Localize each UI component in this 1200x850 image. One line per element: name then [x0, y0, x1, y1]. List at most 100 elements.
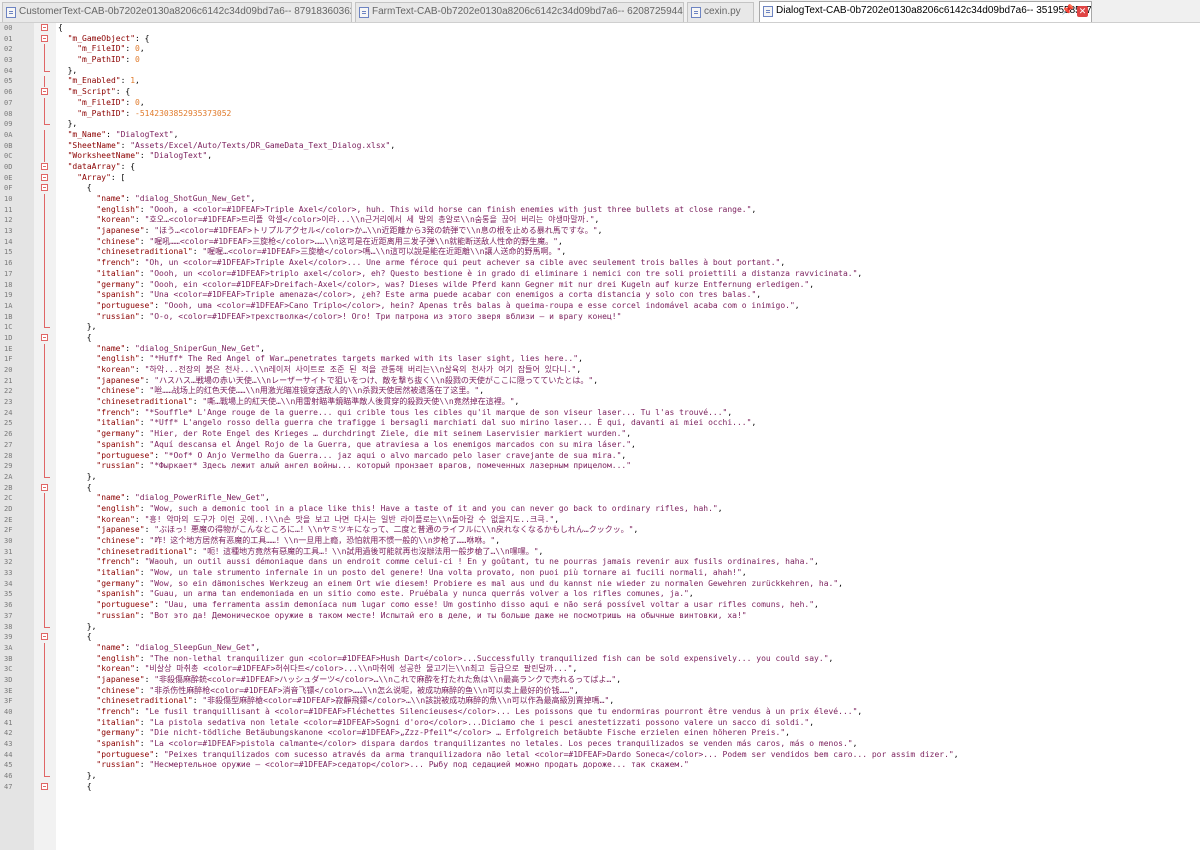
fold-line: [44, 589, 45, 601]
json-punct: },: [86, 621, 97, 631]
json-punct: :: [106, 129, 116, 139]
fold-line: [44, 215, 45, 227]
fold-line: [44, 279, 45, 291]
line-number: 00: [4, 24, 13, 32]
json-key: "spanish": [96, 290, 140, 300]
json-punct: :: [139, 279, 150, 289]
fold-line: [44, 525, 45, 536]
json-key: "chinese": [96, 386, 140, 396]
fold-line: [44, 365, 45, 376]
code-text: {: [87, 632, 92, 643]
fold-toggle-icon[interactable]: [41, 483, 48, 491]
json-punct: ,: [609, 696, 615, 706]
tab-label: DialogText-CAB-0b7202e0130a8206c6142c34d…: [776, 5, 1092, 16]
code-line: 44 "portuguese": "Peixes tranquilizados c…: [0, 749, 1200, 761]
code-text: "russian": "*Фыркает* Здесь лежит алый а…: [96, 461, 631, 472]
code-line: 42 "germany": "Die nicht-tödliche Betäubu…: [0, 728, 1200, 740]
code-text: "chinesetraditional": "呃！這種地方竟然有惡魔的工具…！\…: [96, 547, 543, 558]
json-punct: :: [139, 717, 150, 727]
tab-3[interactable]: DialogText-CAB-0b7202e0130a8206c6142c34d…: [759, 1, 1092, 22]
fold-line: [44, 204, 45, 216]
code-editor[interactable]: 00{01 "m_GameObject": {02 "m_FileID": 0, 03…: [0, 23, 1200, 850]
line-number: 2B: [4, 483, 13, 492]
json-string: "DialogText": [149, 151, 208, 161]
json-key: "germany": [96, 578, 140, 588]
json-key: "m_Script": [67, 87, 116, 97]
json-string: "Aquí descansa el Ángel Rojo de la Guerr…: [149, 439, 632, 449]
json-punct: {: [86, 632, 92, 642]
json-punct: :: [139, 536, 150, 545]
tab-2[interactable]: cexin.py: [687, 2, 754, 22]
code-text: "m_FileID": 0,: [77, 44, 144, 55]
json-key: "name": [96, 343, 126, 353]
json-punct: ,: [838, 578, 843, 588]
pin-icon[interactable]: 📌: [1062, 2, 1074, 20]
fold-toggle-icon[interactable]: [41, 184, 48, 192]
line-number: 3C: [4, 665, 13, 674]
json-string: "Peixes tranquilizados com sucesso atrav…: [163, 749, 954, 759]
line-number: 11: [4, 205, 13, 214]
code-line: 43 "spanish": "La <color=#1DFEAF>pistola …: [0, 739, 1200, 750]
json-string: "非殺傷型麻醉槍<color=#1DFEAF>寂靜飛鏢</color>…\\n該…: [202, 696, 610, 706]
fold-line: [44, 311, 45, 323]
close-icon[interactable]: ✕: [1077, 6, 1088, 17]
code-text: "portuguese": "*Oof* O Anjo Vermelho da …: [96, 451, 626, 462]
code-line: 40 "french": "Le fusil tranquillisant à <…: [0, 707, 1200, 718]
code-text: "chinese": "咋！这个地方居然有恶魔的工具……！\\n一旦用上瘾，恐怕…: [96, 536, 500, 547]
json-key: "french": [96, 557, 135, 567]
json-punct: :: [120, 76, 131, 86]
fold-line: [44, 717, 45, 729]
code-line: 22 "chinese": "咝……战场上的红色天使……\\n用激光瞄准镜穿透敌人…: [0, 386, 1200, 398]
json-string: "非殺傷麻酔銃<color=#1DFEAF>ハッシュダーツ</color>…\\…: [154, 674, 617, 684]
line-number: 1C: [4, 323, 13, 332]
fold-toggle-icon[interactable]: [41, 162, 48, 170]
line-number: 1E: [4, 344, 13, 353]
tab-1[interactable]: FarmText-CAB-0b7202e0130a8206c6142c34d09…: [355, 2, 684, 22]
json-punct: ,: [633, 525, 639, 535]
json-punct: :: [154, 450, 164, 460]
json-punct: :: [134, 664, 145, 674]
fold-toggle-icon[interactable]: [41, 173, 48, 181]
json-key: "japanese": [96, 375, 145, 385]
json-key: "spanish": [96, 439, 140, 449]
fold-toggle-icon[interactable]: [41, 333, 48, 341]
json-string: "Wow, un tale strumento infernale in un …: [149, 568, 742, 578]
fold-toggle-icon[interactable]: [41, 34, 48, 42]
json-punct: :: [139, 568, 150, 578]
fold-toggle-icon[interactable]: [41, 88, 48, 96]
line-number: 33: [4, 569, 13, 578]
json-punct: :: [139, 386, 150, 396]
fold-toggle-icon[interactable]: [41, 782, 48, 790]
json-punct: :: [134, 557, 145, 567]
tab-0[interactable]: CustomerText-CAB-0b7202e0130a8206c6142c3…: [2, 2, 352, 22]
file-icon: [691, 7, 701, 18]
code-text: "japanese": "ぶほっ！悪魔の得物がこんなところに…！\\nヤミツキに…: [96, 525, 638, 536]
json-key: "chinesetraditional": [96, 397, 193, 407]
json-key: "italian": [96, 418, 140, 428]
json-key: "m_Name": [67, 129, 107, 139]
fold-line: [44, 258, 45, 269]
line-number: 0A: [4, 130, 13, 139]
json-punct: :: [139, 685, 150, 695]
json-key: "korean": [96, 215, 135, 225]
code-line: 38},: [0, 621, 1200, 633]
code-text: "m_FileID": 0,: [77, 98, 144, 109]
code-line: 27 "spanish": "Aquí descansa el Ángel Roj…: [0, 439, 1200, 451]
json-number: -5142303852935373052: [135, 108, 232, 118]
json-punct: :: [139, 610, 150, 620]
json-punct: ,: [621, 450, 627, 460]
json-string: "Oh, un <color=#1DFEAF>Triple Axel</colo…: [144, 258, 781, 268]
line-number: 3D: [4, 675, 13, 684]
json-string: "Вот это да! Демоническое оружие в таком…: [149, 610, 747, 620]
json-punct: ,: [139, 44, 145, 54]
code-line: 1F "english": "*Huff* The Red Angel of Wa…: [0, 354, 1200, 365]
json-punct: ,: [814, 600, 819, 610]
json-punct: ,: [139, 97, 145, 107]
fold-toggle-icon[interactable]: [41, 633, 48, 641]
fold-toggle-icon[interactable]: [41, 24, 48, 31]
line-number: 3E: [4, 686, 13, 695]
code-text: {: [87, 333, 92, 344]
json-punct: ,: [626, 429, 632, 439]
line-number: 07: [4, 98, 13, 107]
json-punct: ,: [616, 674, 622, 684]
